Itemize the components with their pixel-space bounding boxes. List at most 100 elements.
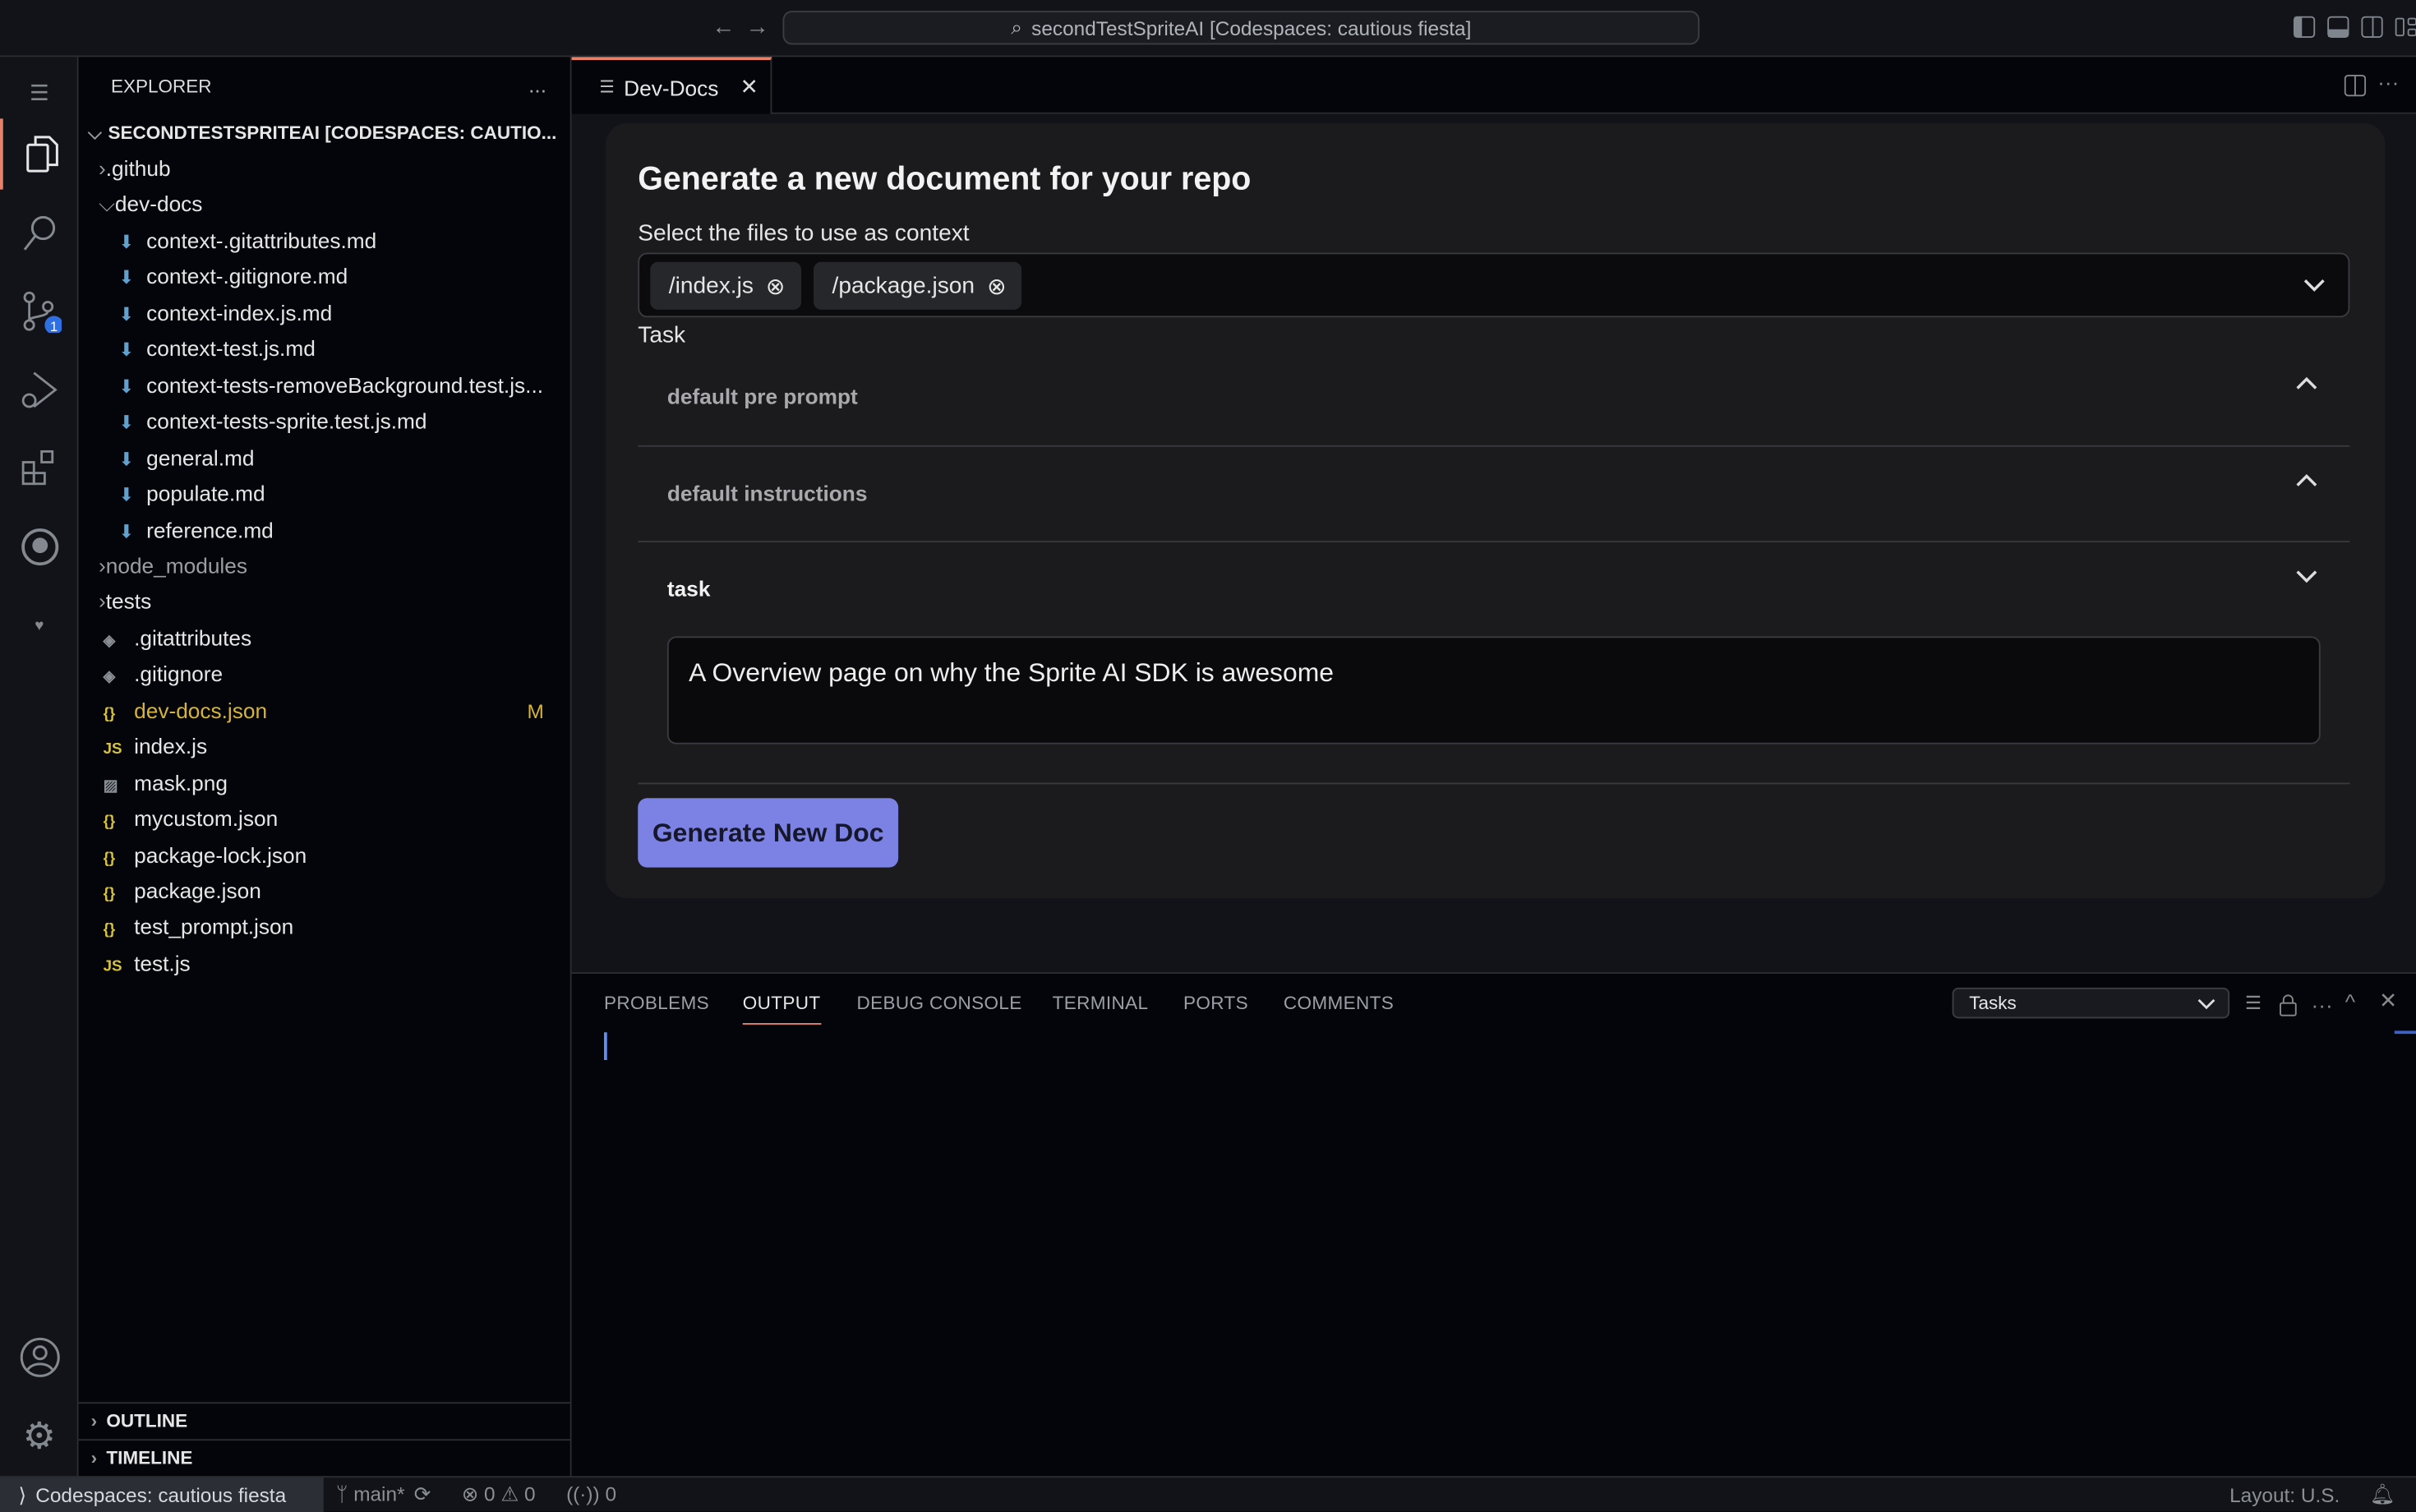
- keyboard-layout[interactable]: Layout: U.S.: [2229, 1484, 2340, 1507]
- tree-item[interactable]: JS index.js: [79, 729, 572, 764]
- remote-indicator[interactable]: ⟩ Codespaces: cautious fiesta: [0, 1477, 324, 1512]
- tree-item-label: .gitignore: [134, 661, 224, 686]
- tree-item[interactable]: ◈ .gitignore: [79, 657, 572, 692]
- lock-icon[interactable]: [2279, 993, 2298, 1017]
- workspace-root[interactable]: ⌵ SECONDTESTSPRITEAI [CODESPACES: CAUTIO.…: [79, 116, 572, 151]
- branch-status[interactable]: ᛘ main*: [336, 1482, 405, 1507]
- tree-item-label: context-tests-removeBackground.test.js..…: [146, 372, 544, 398]
- tree-item-label: test.js: [134, 950, 191, 975]
- tree-item-label: tests: [105, 588, 152, 614]
- ports-status[interactable]: ((·)) 0: [566, 1482, 616, 1507]
- chevron-down-icon[interactable]: [2302, 276, 2326, 295]
- tree-item[interactable]: ›node_modules: [79, 548, 572, 583]
- explorer-sidebar: EXPLORER ... ⌵ SECONDTESTSPRITEAI [CODESP…: [78, 57, 572, 1477]
- tree-item[interactable]: ⬇ context-index.js.md: [79, 296, 572, 331]
- tree-item[interactable]: ⬇ populate.md: [79, 476, 572, 511]
- tab-output[interactable]: OUTPUT: [742, 993, 821, 1025]
- activity-bar: ☰ 1 ♥ ⚙: [0, 57, 79, 1477]
- markdown-file-icon: ⬇: [118, 447, 135, 470]
- tree-item[interactable]: ◈ .gitattributes: [79, 620, 572, 656]
- search-icon: ⌕: [1011, 15, 1022, 39]
- tab-debug-console[interactable]: DEBUG CONSOLE: [857, 993, 1022, 1024]
- tab-comments[interactable]: COMMENTS: [1284, 993, 1394, 1024]
- timeline-section[interactable]: › TIMELINE: [78, 1439, 572, 1474]
- toggle-sidebar-icon[interactable]: [2293, 16, 2316, 39]
- tree-item[interactable]: {} package.json: [79, 874, 572, 909]
- back-icon[interactable]: ←: [712, 14, 735, 40]
- tab-dev-docs[interactable]: ☰ Dev-Docs ✕: [571, 57, 772, 114]
- error-icon: ⊗: [461, 1482, 479, 1505]
- clear-output-icon[interactable]: ☰: [2245, 993, 2262, 1014]
- tree-item[interactable]: ⬇ context-test.js.md: [79, 332, 572, 367]
- tree-item[interactable]: JS test.js: [79, 946, 572, 981]
- task-textarea[interactable]: A Overview page on why the Sprite AI SDK…: [666, 636, 2321, 744]
- accounts-icon[interactable]: [0, 1322, 79, 1393]
- extensions-icon[interactable]: [0, 433, 79, 504]
- tree-item[interactable]: ⬇ context-.gitignore.md: [79, 260, 572, 295]
- source-control-icon[interactable]: 1: [0, 276, 79, 347]
- js-file-icon: JS: [103, 958, 122, 975]
- panel-more-icon[interactable]: ···: [2312, 993, 2333, 1017]
- tree-item[interactable]: ▨ mask.png: [79, 765, 572, 800]
- tree-item[interactable]: ›tests: [79, 584, 572, 620]
- generate-new-doc-button[interactable]: Generate New Doc: [638, 798, 899, 868]
- img-file-icon: ▨: [103, 777, 118, 795]
- menu-icon[interactable]: ☰: [0, 57, 79, 127]
- github-icon[interactable]: [0, 512, 79, 583]
- tree-item[interactable]: ›.github: [79, 151, 572, 187]
- more-actions-icon[interactable]: ...: [528, 72, 546, 97]
- tree-item[interactable]: {} test_prompt.json: [79, 910, 572, 945]
- accordion-default-instructions[interactable]: default instructions: [638, 447, 2350, 542]
- outline-section[interactable]: › OUTLINE: [78, 1402, 572, 1437]
- tree-item[interactable]: ⬇ context-tests-removeBackground.test.js.…: [79, 368, 572, 403]
- toggle-secondary-sidebar-icon[interactable]: [2361, 16, 2384, 39]
- sync-icon[interactable]: ⟳: [414, 1482, 431, 1507]
- tree-item-label: context-.gitattributes.md: [146, 228, 377, 253]
- split-editor-icon[interactable]: [2344, 74, 2367, 97]
- maximize-panel-icon[interactable]: ^: [2345, 989, 2355, 1014]
- search-icon[interactable]: [0, 197, 79, 268]
- tree-item-label: dev-docs: [114, 191, 203, 217]
- tree-item-label: context-test.js.md: [146, 336, 316, 362]
- tree-item[interactable]: {} dev-docs.json M: [79, 693, 572, 728]
- close-panel-icon[interactable]: ✕: [2379, 988, 2397, 1014]
- accordion-default-pre-prompt[interactable]: default pre prompt: [638, 350, 2350, 447]
- close-tab-icon[interactable]: ✕: [740, 74, 758, 100]
- page-title: Generate a new document for your repo: [638, 161, 1252, 197]
- tree-item[interactable]: {} mycustom.json: [79, 801, 572, 837]
- remove-chip-icon[interactable]: ⊗: [987, 272, 1007, 300]
- tab-ports[interactable]: PORTS: [1183, 993, 1248, 1024]
- customize-layout-icon[interactable]: [2395, 16, 2416, 39]
- run-debug-icon[interactable]: [0, 354, 79, 425]
- chevron-down-icon: [2296, 570, 2317, 583]
- json-file-icon: {}: [103, 850, 116, 867]
- markdown-file-icon: ⬇: [118, 483, 135, 506]
- layout-controls: [2293, 16, 2416, 39]
- settings-gear-icon[interactable]: ⚙: [0, 1400, 79, 1471]
- status-bar: ⟩ Codespaces: cautious fiesta ᛘ main* ⟳ ⊗…: [0, 1476, 2416, 1512]
- tree-item[interactable]: ⬇ reference.md: [79, 512, 572, 547]
- tab-problems[interactable]: PROBLEMS: [604, 993, 709, 1024]
- editor-more-icon[interactable]: ···: [2377, 69, 2399, 94]
- markdown-file-icon: ⬇: [118, 231, 135, 253]
- tree-item[interactable]: ⌵dev-docs: [79, 187, 572, 223]
- remove-chip-icon[interactable]: ⊗: [766, 272, 786, 300]
- problems-status[interactable]: ⊗ 0 ⚠ 0: [462, 1482, 536, 1507]
- forward-icon[interactable]: →: [746, 14, 769, 40]
- notifications-bell-icon[interactable]: 🔔︎: [2370, 1482, 2395, 1507]
- tree-item[interactable]: ⬇ general.md: [79, 440, 572, 475]
- git-file-icon: ◈: [103, 669, 116, 686]
- tree-item-label: mycustom.json: [134, 805, 279, 831]
- tree-item[interactable]: {} package-lock.json: [79, 837, 572, 873]
- explorer-icon[interactable]: [0, 118, 79, 190]
- output-channel-select[interactable]: Tasks: [1952, 987, 2230, 1019]
- toggle-panel-icon[interactable]: [2326, 16, 2349, 39]
- markdown-file-icon: ⬇: [118, 519, 135, 542]
- command-center[interactable]: ⌕ secondTestSpriteAI [Codespaces: cautio…: [782, 11, 1700, 45]
- tree-item[interactable]: ⬇ context-tests-sprite.test.js.md: [79, 404, 572, 440]
- tree-item-label: .github: [105, 155, 171, 181]
- context-files-select[interactable]: /index.js ⊗ /package.json ⊗: [638, 252, 2350, 318]
- dev-docs-icon[interactable]: ♥: [0, 590, 79, 661]
- tree-item[interactable]: ⬇ context-.gitattributes.md: [79, 224, 572, 259]
- tab-terminal[interactable]: TERMINAL: [1053, 993, 1149, 1024]
